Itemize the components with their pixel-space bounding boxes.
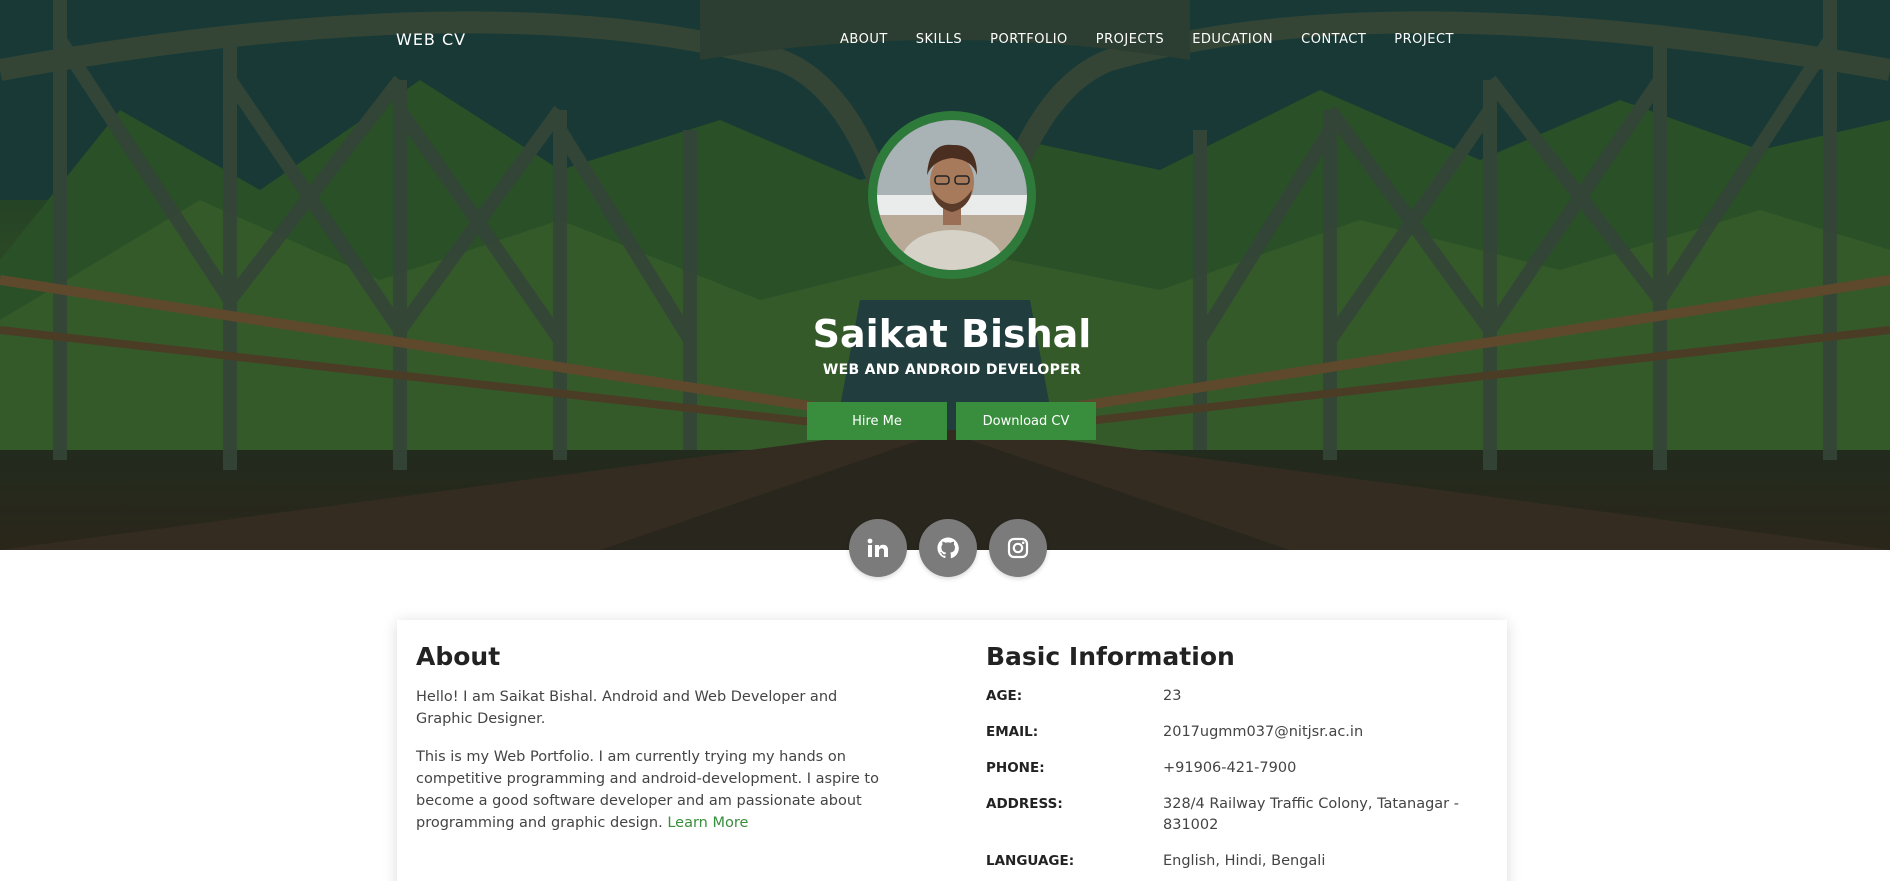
info-label: AGE: <box>986 688 1023 704</box>
info-value: 328/4 Railway Traffic Colony, Tatanagar … <box>1163 796 1459 833</box>
about-description: This is my Web Portfolio. I am currently… <box>416 746 896 834</box>
about-description-text: This is my Web Portfolio. I am currently… <box>416 749 879 831</box>
nav-contact[interactable]: CONTACT <box>1301 32 1366 47</box>
info-row-phone: PHONE: +91906-421-7900 <box>986 758 1486 779</box>
info-row-language: LANGUAGE: English, Hindi, Bengali <box>986 851 1486 872</box>
info-value: 2017ugmm037@nitjsr.ac.in <box>1163 724 1364 740</box>
profile-title: WEB AND ANDROID DEVELOPER <box>822 362 1082 378</box>
github-button[interactable] <box>919 519 977 577</box>
about-section: About Hello! I am Saikat Bishal. Android… <box>416 642 896 850</box>
basic-info-heading: Basic Information <box>986 642 1235 671</box>
nav-portfolio[interactable]: PORTFOLIO <box>990 32 1068 47</box>
info-label: ADDRESS: <box>986 796 1063 812</box>
linkedin-button[interactable] <box>849 519 907 577</box>
info-value: 23 <box>1163 688 1182 704</box>
info-row-address: ADDRESS: 328/4 Railway Traffic Colony, T… <box>986 794 1486 836</box>
nav-project[interactable]: PROJECT <box>1394 32 1454 47</box>
info-label: LANGUAGE: <box>986 853 1075 869</box>
about-intro: Hello! I am Saikat Bishal. Android and W… <box>416 689 838 727</box>
hero-section: WEB CV ABOUT SKILLS PORTFOLIO PROJECTS E… <box>0 0 1890 550</box>
instagram-button[interactable] <box>989 519 1047 577</box>
instagram-icon <box>1007 537 1029 559</box>
info-value: English, Hindi, Bengali <box>1163 853 1326 869</box>
hire-me-button[interactable]: Hire Me <box>807 402 947 440</box>
info-label: PHONE: <box>986 760 1045 776</box>
profile-photo <box>877 120 1027 270</box>
linkedin-icon <box>867 538 888 557</box>
about-card: About Hello! I am Saikat Bishal. Android… <box>397 620 1507 881</box>
basic-info-section: Basic Information AGE: 23 EMAIL: 2017ugm… <box>986 642 1486 881</box>
nav-education[interactable]: EDUCATION <box>1192 32 1273 47</box>
avatar <box>868 111 1036 279</box>
nav-projects[interactable]: PROJECTS <box>1096 32 1164 47</box>
profile-name: Saikat Bishal <box>812 312 1092 356</box>
info-label: EMAIL: <box>986 724 1039 740</box>
info-value: +91906-421-7900 <box>1163 760 1297 776</box>
nav-skills[interactable]: SKILLS <box>916 32 962 47</box>
main-nav: ABOUT SKILLS PORTFOLIO PROJECTS EDUCATIO… <box>840 32 1482 47</box>
about-heading: About <box>416 642 501 671</box>
brand-logo[interactable]: WEB CV <box>396 30 466 49</box>
download-cv-button[interactable]: Download CV <box>956 402 1096 440</box>
learn-more-link[interactable]: Learn More <box>667 815 748 831</box>
info-row-email: EMAIL: 2017ugmm037@nitjsr.ac.in <box>986 722 1486 743</box>
info-row-age: AGE: 23 <box>986 686 1486 707</box>
nav-about[interactable]: ABOUT <box>840 32 888 47</box>
github-icon <box>937 537 959 559</box>
